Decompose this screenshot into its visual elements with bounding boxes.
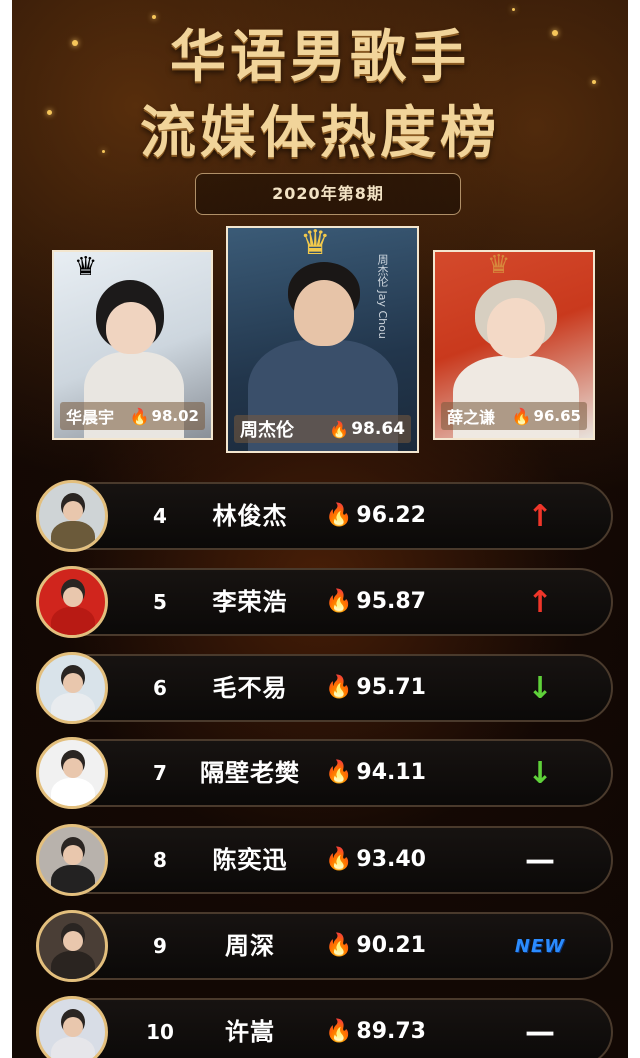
- trend-same-icon: —: [525, 842, 555, 878]
- singer-name: 李荣浩: [212, 588, 288, 616]
- ranking-row: 10 许嵩 🔥 89.73 —: [36, 996, 613, 1058]
- top3-label: 周杰伦 🔥 98.64: [234, 415, 411, 443]
- singer-name: 陈奕迅: [212, 846, 288, 874]
- avatar: [36, 737, 108, 809]
- fire-icon: 🔥: [325, 589, 353, 614]
- ranking-row: 5 李荣浩 🔥 95.87 ↑: [36, 566, 613, 638]
- ranking-poster: 华语男歌手 流媒体热度榜 2020年第8期 ♛ 华晨宇 🔥 98.02 ♛ 周杰伦…: [12, 0, 628, 1058]
- avatar: [36, 996, 108, 1058]
- fire-icon: 🔥: [325, 675, 353, 700]
- ranking-row: 9 周深 🔥 90.21 NEW: [36, 910, 613, 982]
- singer-score: 🔥 96.65: [511, 406, 581, 426]
- poster-title-line1: 华语男歌手: [170, 25, 470, 90]
- ranking-row: 6 毛不易 🔥 95.71 ↓: [36, 652, 613, 724]
- crown-icon: ♛: [487, 250, 511, 280]
- singer-photo-face: [487, 298, 545, 358]
- singer-name: 周深: [225, 932, 275, 960]
- singer-score: 🔥 98.02: [129, 406, 199, 426]
- avatar: [36, 910, 108, 982]
- singer-score: 🔥 89.73: [325, 1000, 435, 1058]
- ranking-row: 4 林俊杰 🔥 96.22 ↑: [36, 480, 613, 552]
- trend-up-icon: ↑: [527, 584, 553, 620]
- rank-number: 9: [153, 934, 167, 958]
- singer-name: 毛不易: [212, 674, 288, 702]
- trend-down-icon: ↓: [527, 670, 553, 706]
- fire-icon: 🔥: [325, 847, 353, 872]
- fire-icon: 🔥: [129, 406, 150, 426]
- rank-number: 4: [153, 504, 167, 528]
- singer-score: 🔥 95.71: [325, 656, 435, 720]
- avatar: [36, 652, 108, 724]
- top3-card-3: ♛ 薛之谦 🔥 96.65: [433, 250, 595, 440]
- avatar: [36, 824, 108, 896]
- rank-number: 7: [153, 761, 167, 785]
- poster-title-line2: 流媒体热度榜: [140, 101, 500, 166]
- crown-icon: ♛: [74, 252, 98, 282]
- fire-icon: 🔥: [511, 406, 532, 426]
- singer-photo-face: [106, 302, 156, 354]
- rank-number: 5: [153, 590, 167, 614]
- singer-name: 林俊杰: [212, 502, 288, 530]
- period-badge: 2020年第8期: [195, 173, 461, 215]
- singer-name: 薛之谦: [447, 408, 496, 427]
- ranking-row: 8 陈奕迅 🔥 93.40 —: [36, 824, 613, 896]
- rank-number: 8: [153, 848, 167, 872]
- fire-icon: 🔥: [329, 419, 350, 439]
- crown-icon: ♛: [300, 226, 331, 263]
- top3-card-2: ♛ 华晨宇 🔥 98.02: [52, 250, 213, 440]
- singer-name: 许嵩: [225, 1018, 275, 1046]
- singer-photo-face: [294, 280, 354, 346]
- singer-score: 🔥 93.40: [325, 828, 435, 892]
- top3-label: 薛之谦 🔥 96.65: [441, 402, 587, 430]
- trend-up-icon: ↑: [527, 498, 553, 534]
- singer-photo-caption: 周杰伦 Jay Chou: [376, 254, 389, 339]
- avatar: [36, 566, 108, 638]
- fire-icon: 🔥: [325, 760, 353, 785]
- ranking-row: 7 隔壁老樊 🔥 94.11 ↓: [36, 737, 613, 809]
- trend-down-icon: ↓: [527, 755, 553, 791]
- singer-score: 🔥 94.11: [325, 741, 435, 805]
- singer-score: 🔥 98.64: [329, 419, 405, 439]
- singer-name: 隔壁老樊: [200, 759, 300, 787]
- singer-score: 🔥 96.22: [325, 484, 435, 548]
- rank-number: 10: [146, 1020, 174, 1044]
- singer-score: 🔥 95.87: [325, 570, 435, 634]
- singer-name: 周杰伦: [240, 420, 294, 441]
- new-badge: NEW: [514, 935, 566, 957]
- fire-icon: 🔥: [325, 933, 353, 958]
- top3-card-1: ♛ 周杰伦 Jay Chou 周杰伦 🔥 98.64: [226, 226, 419, 453]
- singer-name: 华晨宇: [66, 408, 115, 427]
- trend-same-icon: —: [525, 1014, 555, 1050]
- sparkle-decoration: [512, 8, 515, 11]
- fire-icon: 🔥: [325, 1019, 353, 1044]
- singer-score: 🔥 90.21: [325, 914, 435, 978]
- avatar: [36, 480, 108, 552]
- top3-label: 华晨宇 🔥 98.02: [60, 402, 205, 430]
- fire-icon: 🔥: [325, 503, 353, 528]
- rank-number: 6: [153, 676, 167, 700]
